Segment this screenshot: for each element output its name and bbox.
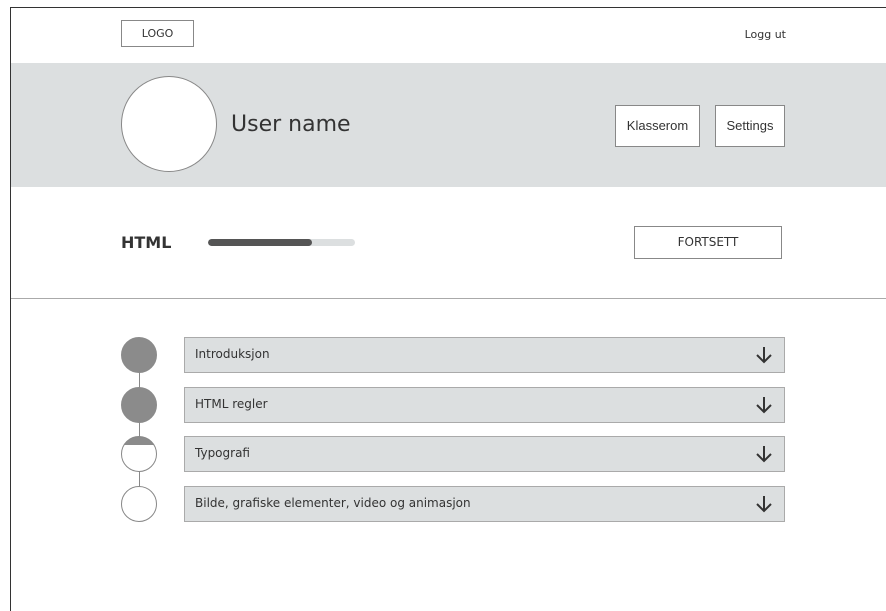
arrow-down-icon[interactable] (754, 494, 774, 514)
module-row-bilde[interactable]: Bilde, grafiske elementer, video og anim… (184, 486, 785, 522)
arrow-down-icon[interactable] (754, 444, 774, 464)
classroom-button[interactable]: Klasserom (615, 105, 700, 147)
user-name: User name (231, 112, 351, 137)
module-label: HTML regler (195, 397, 268, 411)
continue-button[interactable]: FORTSETT (634, 226, 782, 259)
module-status-dot (121, 436, 157, 472)
module-row-introduksjon[interactable]: Introduksjon (184, 337, 785, 373)
settings-button[interactable]: Settings (715, 105, 785, 147)
course-progress-fill (208, 239, 313, 246)
section-divider (11, 298, 886, 299)
module-row-html-regler[interactable]: HTML regler (184, 387, 785, 423)
module-label: Bilde, grafiske elementer, video og anim… (195, 496, 471, 510)
arrow-down-icon[interactable] (754, 345, 774, 365)
logout-link[interactable]: Logg ut (714, 28, 786, 41)
course-title: HTML (121, 233, 172, 252)
module-row-typografi[interactable]: Typografi (184, 436, 785, 472)
logo[interactable]: LOGO (121, 20, 194, 47)
module-timeline-line (139, 355, 140, 505)
module-label: Introduksjon (195, 347, 270, 361)
module-label: Typografi (195, 446, 250, 460)
module-status-dot (121, 337, 157, 373)
module-status-dot (121, 486, 157, 522)
avatar[interactable] (121, 76, 217, 172)
arrow-down-icon[interactable] (754, 395, 774, 415)
course-progress-bar (208, 239, 355, 246)
module-status-dot (121, 387, 157, 423)
